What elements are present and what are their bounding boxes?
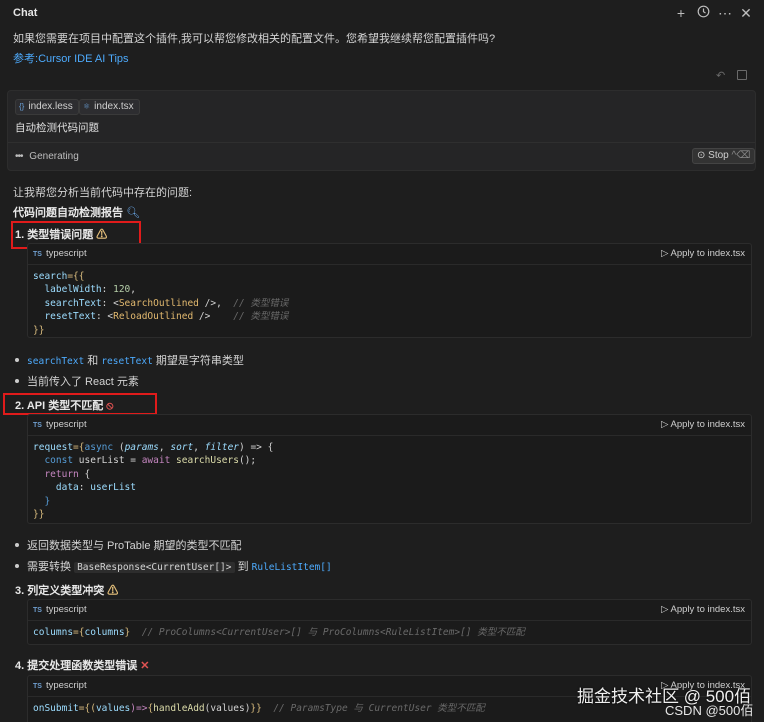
report-title: 代码问题自动检测报告 🔍︎ [13, 207, 141, 219]
reference-link[interactable]: Cursor IDE AI Tips [38, 53, 128, 65]
code-content: columns={columns} // ProColumns<CurrentU… [33, 627, 525, 638]
code-block-header: TS typescript ▷ Apply to index.tsx [28, 600, 751, 621]
code-block-1: TS typescript ▷ Apply to index.tsx search… [27, 243, 752, 338]
history-icon[interactable] [695, 5, 711, 21]
section-3-heading: 3. 列定义类型冲突 ⚠ [15, 585, 119, 597]
tsx-file-icon: ⚛ [83, 102, 91, 111]
code-block-header: TS typescript ▷ Apply to index.tsx [28, 244, 751, 265]
list-item: 当前传入了 React 元素 [15, 373, 139, 389]
more-icon[interactable]: ⋯ [717, 5, 733, 21]
generating-status: ••• Generating [15, 151, 79, 162]
section-2-heading: 2. API 类型不匹配 ⦸ [15, 400, 114, 412]
warning-icon: ⚠ [107, 585, 119, 597]
play-icon: ▷ [661, 604, 671, 615]
copy-icon[interactable] [737, 70, 747, 80]
less-file-icon: {} [19, 102, 25, 111]
ts-icon: TS [33, 683, 42, 690]
file-chip-index-less[interactable]: {} index.less [15, 99, 79, 115]
code-block-header: TS typescript ▷ Apply to index.tsx [28, 415, 751, 436]
reference-label: 参考: [13, 53, 39, 65]
code-language: TS typescript [33, 680, 87, 691]
list-item: 返回数据类型与 ProTable 期望的类型不匹配 [15, 537, 242, 553]
section-4-heading: 4. 提交处理函数类型错误 ✕ [15, 660, 150, 672]
stop-button[interactable]: ⊙ Stop ^⌫ [692, 148, 756, 164]
context-card: {} index.less ⚛ index.tsx 自动检测代码问题 ••• Gen… [7, 90, 756, 171]
prohibited-icon: ⦸ [106, 400, 114, 412]
generating-dots-icon: ••• [15, 151, 23, 162]
reference-line: 参考:Cursor IDE AI Tips [13, 50, 129, 66]
code-content: onSubmit={(values)=>{handleAdd(values)}}… [33, 703, 485, 714]
code-content: request={async (params, sort, filter) =>… [33, 442, 274, 521]
magnifier-icon: 🔍︎ [126, 207, 141, 219]
play-icon: ▷ [661, 248, 671, 259]
chat-title: Chat [13, 7, 38, 19]
stop-icon: ⊙ [697, 150, 706, 161]
list-item: searchText 和 resetText 期望是字符串类型 [15, 352, 244, 368]
ts-icon: TS [33, 251, 42, 258]
code-content: search={{ labelWidth: 120, searchText: <… [33, 271, 289, 336]
plus-icon[interactable]: + [673, 5, 689, 21]
ts-icon: TS [33, 607, 42, 614]
undo-icon[interactable]: ↶ [716, 69, 725, 82]
play-icon: ▷ [661, 419, 671, 430]
code-block-2: TS typescript ▷ Apply to index.tsx reques… [27, 414, 752, 524]
warning-icon: ⚠ [96, 229, 108, 241]
analysis-intro: 让我帮您分析当前代码中存在的问题: [13, 187, 193, 199]
chat-header: Chat + ⋯ ✕ [0, 0, 764, 28]
code-block-3: TS typescript ▷ Apply to index.tsx column… [27, 599, 752, 645]
section-1-heading: 1. 类型错误问题 ⚠ [15, 229, 108, 241]
list-item: 需要转换 BaseResponse<CurrentUser[]> 到 RuleL… [15, 558, 332, 574]
code-language: TS typescript [33, 248, 87, 259]
user-prompt: 自动检测代码问题 [15, 122, 99, 134]
assistant-question: 如果您需要在项目中配置这个插件,我可以帮您修改相关的配置文件。您希望我继续帮您配… [13, 33, 496, 45]
code-language: TS typescript [33, 604, 87, 615]
file-chip-index-tsx[interactable]: ⚛ index.tsx [79, 99, 140, 115]
divider [8, 142, 755, 143]
apply-button[interactable]: ▷ Apply to index.tsx [661, 419, 745, 430]
code-language: TS typescript [33, 419, 87, 430]
close-icon[interactable]: ✕ [738, 5, 754, 21]
apply-button[interactable]: ▷ Apply to index.tsx [661, 248, 745, 259]
apply-button[interactable]: ▷ Apply to index.tsx [661, 604, 745, 615]
watermark-csdn: CSDN @500佰 [665, 703, 754, 718]
error-x-icon: ✕ [140, 660, 150, 672]
ts-icon: TS [33, 422, 42, 429]
